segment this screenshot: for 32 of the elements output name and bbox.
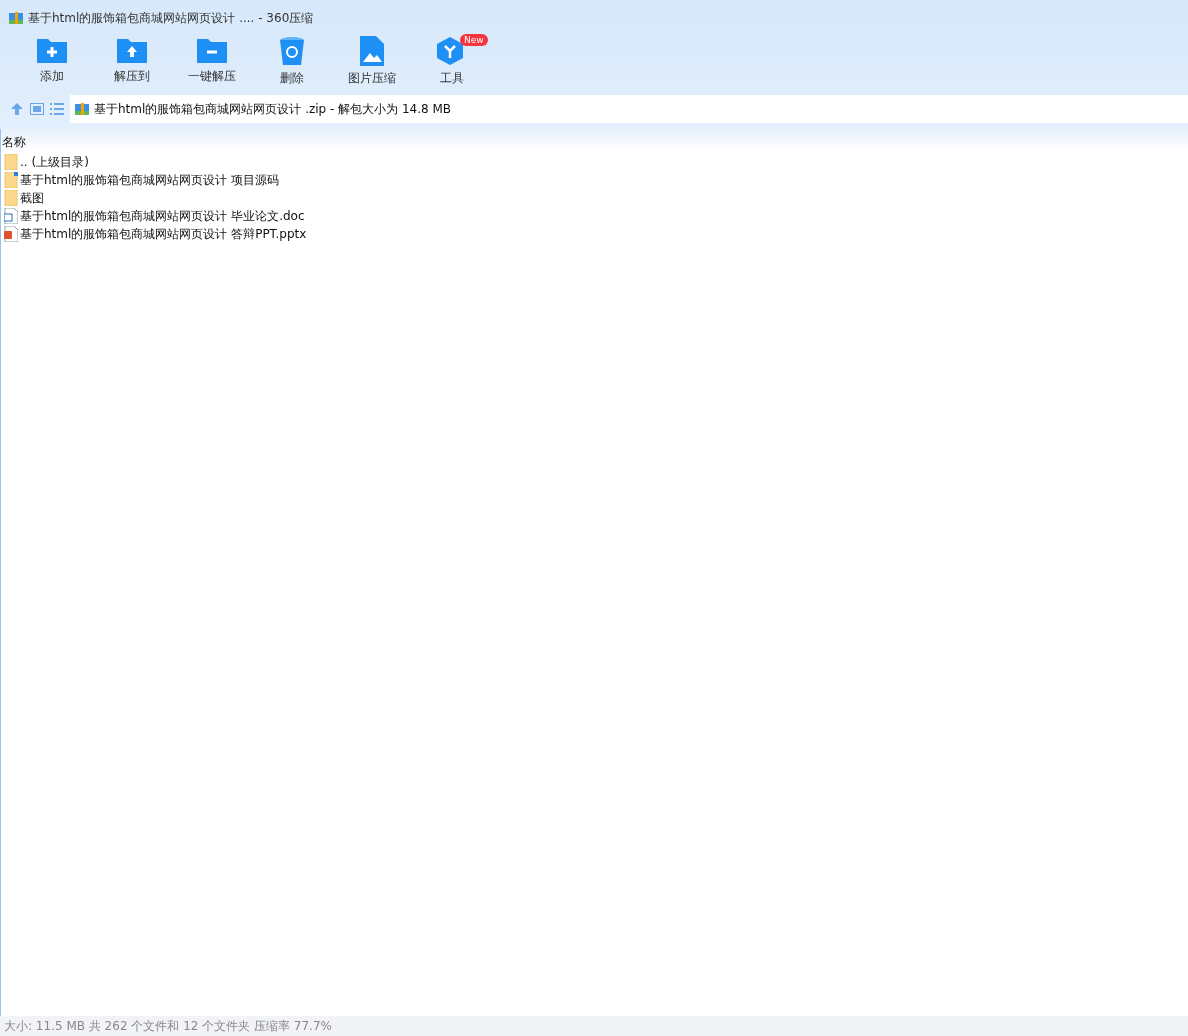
path-text: 基于html的服饰箱包商城网站网页设计 .zip - 解包大小为 14.8 MB xyxy=(94,100,452,118)
folder-icon xyxy=(4,172,18,188)
folder-icon xyxy=(4,154,18,170)
path-field[interactable]: 基于html的服饰箱包商城网站网页设计 .zip - 解包大小为 14.8 MB xyxy=(70,95,1188,123)
file-name[interactable]: 基于html的服饰箱包商城网站网页设计 答辩PPT.pptx xyxy=(20,225,307,243)
status-text: 大小: 11.5 MB 共 262 个文件和 12 个文件夹 压缩率 77.7% xyxy=(4,1017,332,1035)
toolbar-button[interactable]: 图片压缩 xyxy=(332,36,412,87)
file-name[interactable]: 截图 xyxy=(20,189,44,207)
image-file-icon xyxy=(360,36,384,66)
folder-minus-icon xyxy=(196,36,228,64)
archive-icon xyxy=(74,101,90,117)
list-view-icon[interactable] xyxy=(50,103,64,115)
word-document-icon xyxy=(4,208,18,224)
column-header[interactable]: 名称 xyxy=(1,129,26,153)
new-badge: New xyxy=(460,34,488,46)
file-name[interactable]: .. (上级目录) xyxy=(20,153,89,171)
folder-plus-icon xyxy=(36,36,68,64)
window-title: 基于html的服饰箱包商城网站网页设计 .... - 360压缩 xyxy=(28,9,314,27)
toolbar-button[interactable]: 删除 xyxy=(252,36,332,87)
file-name[interactable]: 基于html的服饰箱包商城网站网页设计 项目源码 xyxy=(20,171,280,189)
recycle-bin-icon xyxy=(279,36,305,66)
folder-icon xyxy=(4,190,18,206)
toolbar-button[interactable]: 一键解压 xyxy=(172,36,252,87)
up-arrow-icon[interactable] xyxy=(10,102,24,116)
archive-icon xyxy=(8,10,24,26)
folder-upload-icon xyxy=(116,36,148,64)
toolbar-button[interactable]: 工具 New xyxy=(412,36,492,87)
presentation-file-icon xyxy=(4,226,18,242)
toolbar-button[interactable]: 解压到 xyxy=(92,36,172,87)
thumbnail-view-icon[interactable] xyxy=(30,103,44,115)
file-name[interactable]: 基于html的服饰箱包商城网站网页设计 毕业论文.doc xyxy=(20,207,305,225)
toolbar-button[interactable]: 添加 xyxy=(12,36,92,87)
